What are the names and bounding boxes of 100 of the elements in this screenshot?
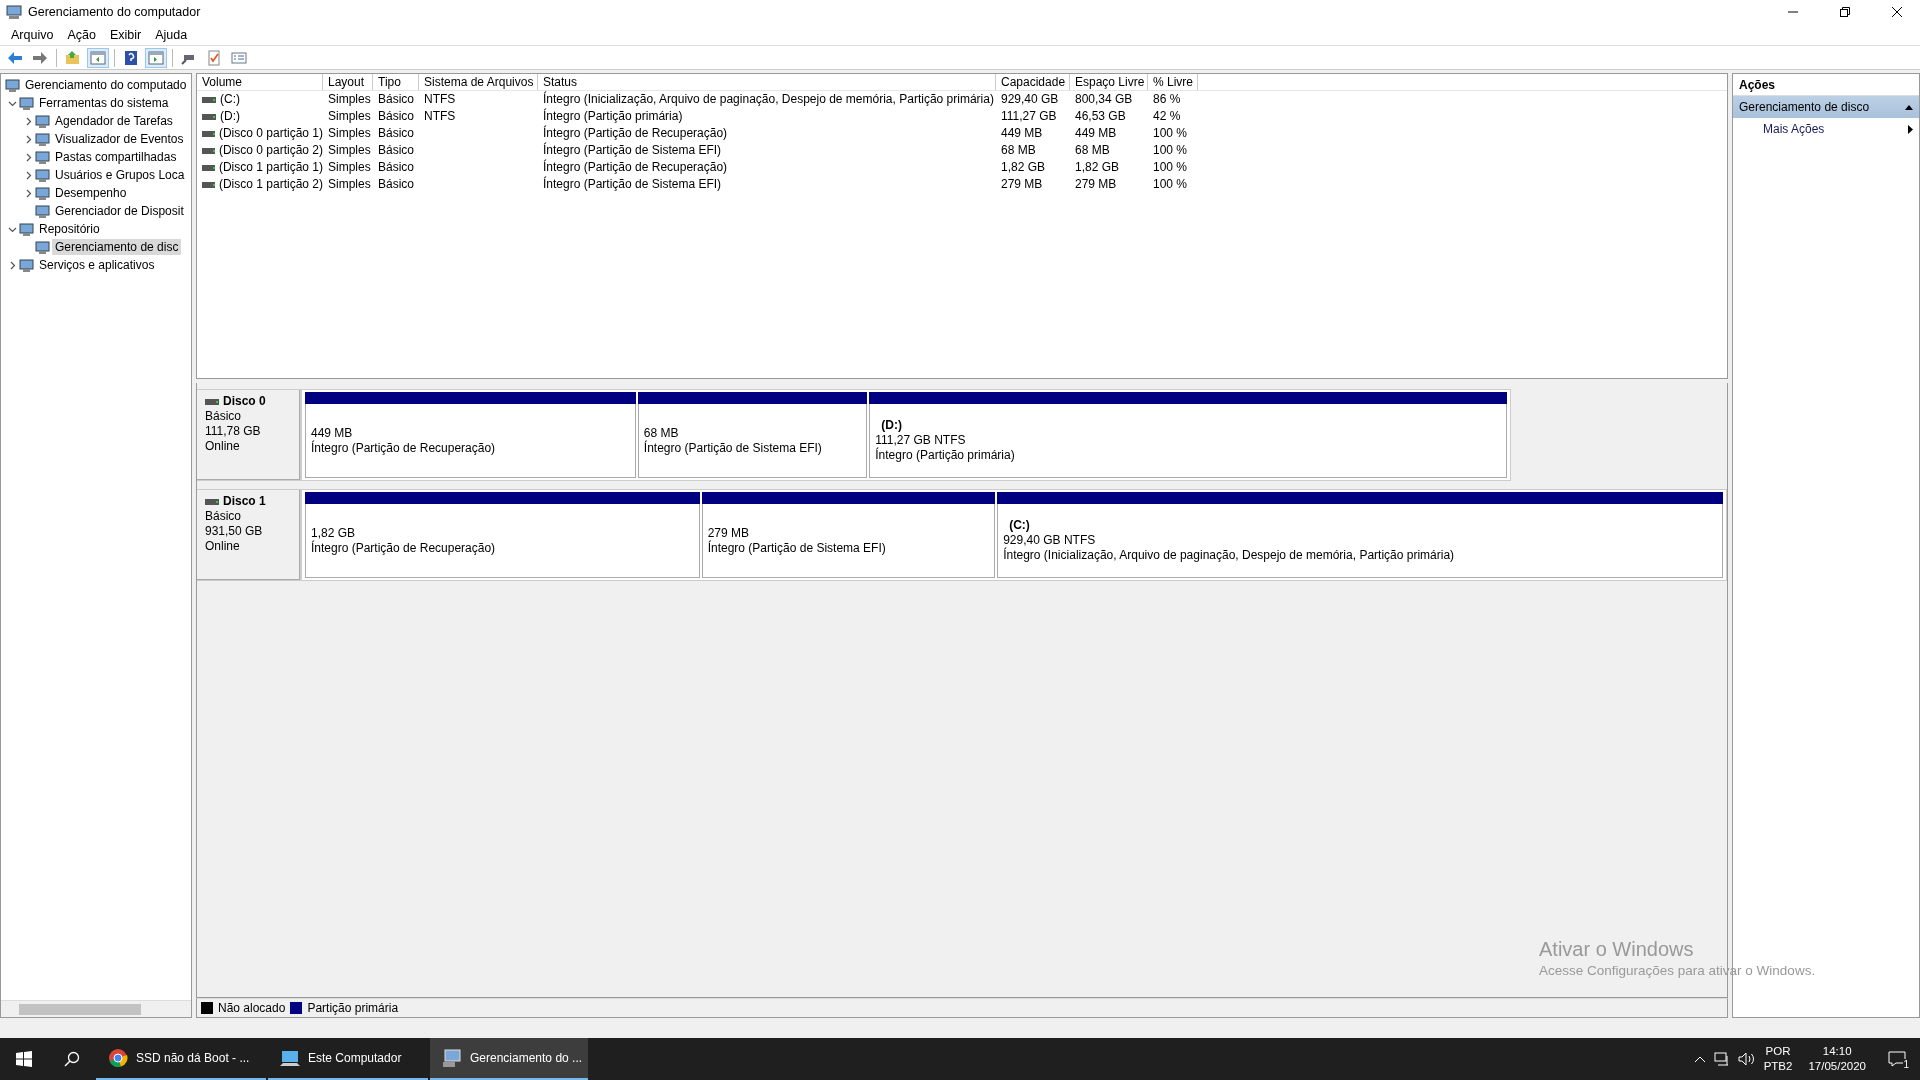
activation-title: Ativar o Windows xyxy=(1539,938,1695,961)
column-header[interactable]: Layout xyxy=(323,74,373,90)
browser-icon xyxy=(108,1048,128,1068)
horizontal-scrollbar[interactable] xyxy=(1,1000,191,1017)
properties-icon xyxy=(231,49,247,66)
partition-block[interactable]: 279 MB Íntegro (Partição de Sistema EFI) xyxy=(701,504,996,578)
taskbar-app[interactable]: SSD não dá Boot - ... xyxy=(96,1038,266,1080)
partition-block[interactable]: 68 MB Íntegro (Partição de Sistema EFI) xyxy=(637,404,868,478)
table-cell-text: Íntegro (Inicialização, Arquivo de paginação, Despejo de memória, Partição primária) xyxy=(542,91,995,108)
tree-item[interactable]: Usuários e Grupos Loca xyxy=(52,167,188,183)
table-cell-text: NTFS xyxy=(423,108,457,125)
table-cell-text: 279 MB xyxy=(1074,176,1118,193)
tree-item[interactable]: Gerenciamento de disc xyxy=(52,239,182,255)
table-cell-text: 111,27 GB xyxy=(1000,108,1058,125)
table-cell-text: Íntegro (Partição de Sistema EFI) xyxy=(542,142,723,159)
disk-status: Online xyxy=(205,539,241,554)
tree-item[interactable]: Agendador de Tarefas xyxy=(52,113,176,129)
computer-management-icon xyxy=(442,1048,462,1068)
node-icon xyxy=(35,185,50,201)
table-cell-text: Simples xyxy=(327,142,372,159)
table-cell-text: 449 MB xyxy=(1000,125,1044,142)
taskbar-app[interactable]: Gerenciamento do ... xyxy=(430,1038,588,1080)
table-cell-text: 1,82 GB xyxy=(1074,159,1121,176)
speaker-icon[interactable] xyxy=(1737,1052,1756,1066)
legend-label: Partição primária xyxy=(307,1001,399,1015)
column-header[interactable]: Volume xyxy=(197,74,323,90)
table-cell-text: 1,82 GB xyxy=(1000,159,1047,176)
table-cell-text: Simples xyxy=(327,176,372,193)
network-icon[interactable] xyxy=(1713,1052,1730,1066)
table-cell: (Disco 0 partição 1) xyxy=(197,125,323,142)
help-icon xyxy=(123,49,139,66)
table-cell-text: Íntegro (Partição de Recuperação) xyxy=(542,125,729,142)
table-cell-text: Íntegro (Partição de Sistema EFI) xyxy=(542,176,723,193)
node-icon xyxy=(19,221,34,237)
action-item[interactable]: Mais Ações xyxy=(1733,118,1919,140)
tree-item[interactable]: Serviços e aplicativos xyxy=(36,257,158,273)
table-cell: (D:) xyxy=(197,108,323,125)
drive-icon xyxy=(202,164,215,171)
tree-item[interactable]: Repositório xyxy=(36,221,103,237)
table-cell-text: NTFS xyxy=(423,91,457,108)
table-cell-text: Básico xyxy=(377,142,416,159)
table-cell-text: 86 % xyxy=(1152,91,1182,108)
tree-item[interactable]: Visualizador de Eventos xyxy=(52,131,187,147)
partition-block[interactable]: (D:) 111,27 GB NTFS Íntegro (Partição primária) xyxy=(869,404,1507,478)
table-cell-text: 100 % xyxy=(1152,159,1189,176)
menu-item[interactable]: Ação xyxy=(60,27,103,42)
menu-item[interactable]: Ajuda xyxy=(148,27,195,42)
disk-type: Básico xyxy=(205,509,243,524)
node-icon xyxy=(19,95,34,111)
app-icon xyxy=(6,4,22,20)
node-icon xyxy=(35,149,50,165)
actions-section[interactable]: Gerenciamento de disco xyxy=(1733,96,1919,118)
table-cell-text: Simples xyxy=(327,125,372,142)
folder-up-icon xyxy=(65,49,81,66)
submenu-arrow-icon xyxy=(1908,124,1913,134)
table-cell: (Disco 1 partição 2) xyxy=(197,176,323,193)
table-cell-text: Básico xyxy=(377,125,416,142)
tree-item[interactable]: Pastas compartilhadas xyxy=(52,149,180,165)
table-cell-text: 100 % xyxy=(1152,142,1189,159)
table-cell: (Disco 0 partição 2) xyxy=(197,142,323,159)
table-cell-text: Básico xyxy=(377,108,416,125)
language-indicator[interactable]: POR PTB2 xyxy=(1763,1044,1793,1074)
menu-item[interactable]: Arquivo xyxy=(4,27,61,42)
column-header[interactable]: Tipo xyxy=(373,74,419,90)
node-icon xyxy=(35,131,50,147)
partition-block[interactable]: 449 MB Íntegro (Partição de Recuperação) xyxy=(305,404,636,478)
disk-name: Disco 1 xyxy=(223,494,266,509)
menu-item[interactable]: Exibir xyxy=(102,27,149,42)
disk-size: 111,78 GB xyxy=(205,424,262,439)
partition-block[interactable]: 1,82 GB Íntegro (Partição de Recuperação) xyxy=(305,504,700,578)
tree-item[interactable]: Gerenciamento do computado xyxy=(22,77,190,93)
table-cell-text: Simples xyxy=(327,159,372,176)
drive-icon xyxy=(202,113,216,120)
taskbar-app[interactable]: Este Computador xyxy=(268,1038,428,1080)
table-cell-text: 68 MB xyxy=(1074,142,1111,159)
column-header[interactable]: Espaço Livre xyxy=(1070,74,1148,90)
tree-item[interactable]: Gerenciador de Disposit xyxy=(52,203,187,219)
node-icon xyxy=(35,113,50,129)
disk-name: Disco 0 xyxy=(223,394,266,409)
clock[interactable]: 14:10 17/05/2020 xyxy=(1800,1044,1874,1074)
node-icon xyxy=(19,257,34,273)
notification-button[interactable]: 1 xyxy=(1882,1044,1912,1074)
drive-icon xyxy=(202,130,215,137)
disk-info[interactable]: Disco 0 Básico 111,78 GB Online xyxy=(197,389,301,481)
column-header[interactable]: Status xyxy=(538,74,996,90)
tree-item[interactable]: Ferramentas do sistema xyxy=(36,95,172,111)
action-pane-icon xyxy=(148,49,164,66)
column-header[interactable]: Sistema de Arquivos xyxy=(419,74,538,90)
chevron-up-icon[interactable] xyxy=(1693,1055,1706,1063)
partition-block[interactable]: (C:) 929,40 GB NTFS Íntegro (Inicialização, Arquivo de paginação, Despejo de memória, Partição primária) xyxy=(997,504,1723,578)
table-cell-text: 279 MB xyxy=(1000,176,1044,193)
table-cell-text: 68 MB xyxy=(1000,142,1037,159)
table-cell-text: Íntegro (Partição primária) xyxy=(542,108,684,125)
table-cell: (C:) xyxy=(197,91,323,108)
tree-item[interactable]: Desempenho xyxy=(52,185,130,201)
windows-logo-icon xyxy=(16,1051,32,1067)
disk-type: Básico xyxy=(205,409,243,424)
column-header[interactable]: Capacidade xyxy=(996,74,1070,90)
disk-info[interactable]: Disco 1 Básico 931,50 GB Online xyxy=(197,489,301,581)
column-header[interactable]: % Livre xyxy=(1148,74,1198,90)
